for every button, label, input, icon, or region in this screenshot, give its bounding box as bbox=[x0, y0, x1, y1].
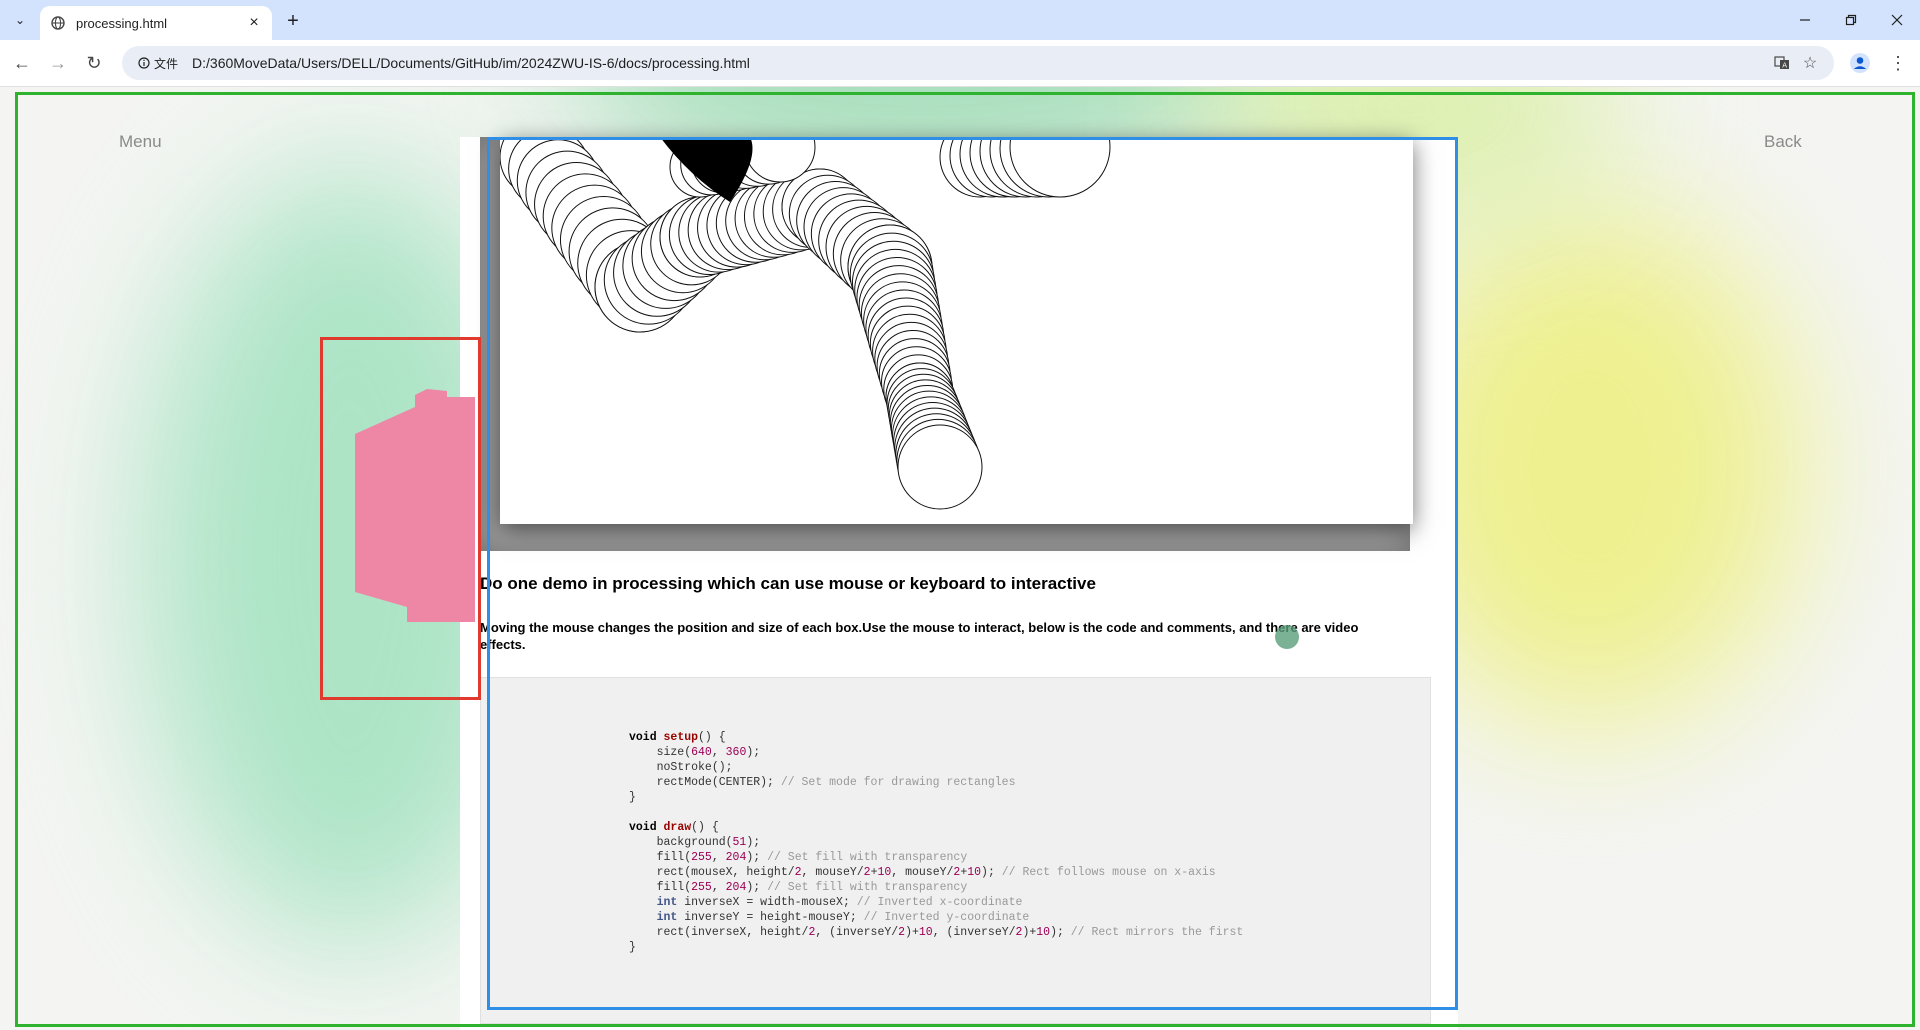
forward-arrow-icon[interactable]: → bbox=[44, 49, 72, 77]
page-viewport: Menu Back Do one demo in processing whic… bbox=[0, 87, 1920, 1030]
translate-icon[interactable]: A bbox=[1768, 49, 1796, 77]
url-text[interactable]: D:/360MoveData/Users/DELL/Documents/GitH… bbox=[192, 55, 1768, 71]
window-close-icon[interactable] bbox=[1874, 0, 1920, 40]
restore-icon[interactable] bbox=[1828, 0, 1874, 40]
more-menu-icon[interactable]: ⋮ bbox=[1884, 49, 1912, 77]
bookmark-star-icon[interactable]: ☆ bbox=[1796, 49, 1824, 77]
address-bar[interactable]: 文件 D:/360MoveData/Users/DELL/Documents/G… bbox=[122, 46, 1834, 80]
reload-icon[interactable]: ↻ bbox=[80, 49, 108, 77]
profile-avatar-icon[interactable] bbox=[1848, 51, 1872, 75]
new-tab-plus-icon[interactable]: + bbox=[280, 8, 306, 34]
annotation-box-blue bbox=[487, 137, 1458, 1010]
minimize-icon[interactable] bbox=[1782, 0, 1828, 40]
site-info-chip[interactable]: 文件 bbox=[130, 51, 186, 75]
tab-title: processing.html bbox=[76, 15, 168, 31]
tab-list-chevron-icon[interactable]: ⌄ bbox=[8, 8, 32, 32]
tab-close-icon[interactable]: × bbox=[244, 13, 264, 33]
browser-toolbar: ← → ↻ 文件 D:/360MoveData/Users/DELL/Docum… bbox=[0, 40, 1920, 87]
globe-icon bbox=[50, 15, 66, 31]
annotation-box-red bbox=[320, 337, 481, 700]
info-icon bbox=[138, 57, 150, 69]
file-chip-label: 文件 bbox=[154, 56, 179, 71]
browser-tab-bar: ⌄ processing.html × + bbox=[0, 0, 1920, 40]
back-arrow-icon[interactable]: ← bbox=[8, 49, 36, 77]
svg-text:A: A bbox=[1782, 62, 1787, 70]
browser-tab[interactable]: processing.html × bbox=[40, 6, 272, 40]
